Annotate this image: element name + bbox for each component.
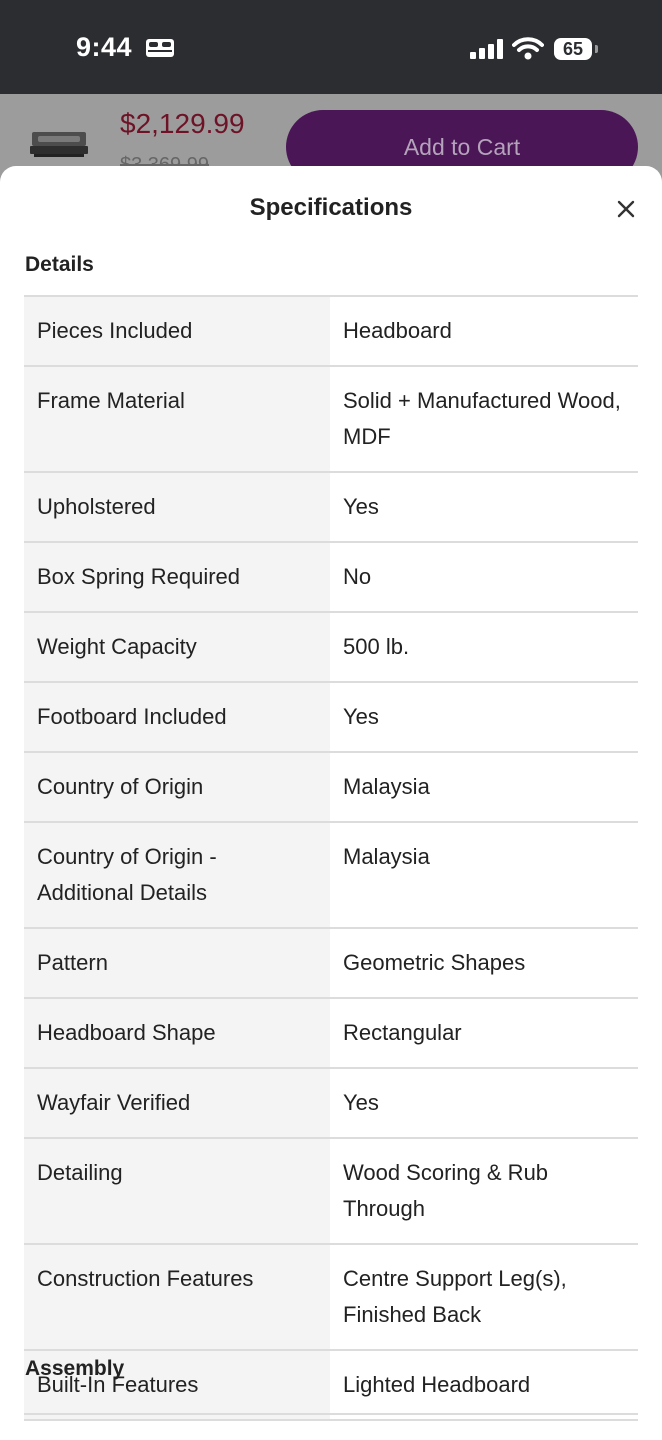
spec-label: Frame Material: [24, 367, 330, 471]
spec-label: Headboard Shape: [24, 999, 330, 1067]
assembly-divider: [24, 1413, 638, 1415]
spec-label: Pattern: [24, 929, 330, 997]
spec-value: Centre Support Leg(s), Finished Back: [330, 1245, 638, 1349]
spec-value: 500 lb.: [330, 613, 638, 681]
spec-value: Solid + Manufactured Wood, MDF: [330, 367, 638, 471]
close-button[interactable]: [610, 196, 642, 222]
table-row: Headboard Shape Rectangular: [24, 999, 638, 1069]
table-row: Construction Features Centre Support Leg(…: [24, 1245, 638, 1351]
spec-label: Footboard Included: [24, 683, 330, 751]
spec-label: Wayfair Verified: [24, 1069, 330, 1137]
spec-label: Country of Origin - Additional Details: [24, 823, 330, 927]
sheet-title: Specifications: [249, 194, 413, 221]
spec-value: Rectangular: [330, 999, 638, 1067]
table-row: Upholstered Yes: [24, 473, 638, 543]
spec-label: Detailing: [24, 1139, 330, 1243]
spec-value: Lighted Headboard: [330, 1351, 638, 1419]
spec-label: Weight Capacity: [24, 613, 330, 681]
spec-value: Malaysia: [330, 753, 638, 821]
specifications-table: Pieces Included Headboard Frame Material So…: [24, 295, 638, 1421]
table-row: Pieces Included Headboard: [24, 297, 638, 367]
table-row: Country of Origin - Additional Details Ma…: [24, 823, 638, 929]
battery-icon: 65: [554, 38, 592, 60]
battery-tip: [595, 45, 598, 53]
spec-label: Construction Features: [24, 1245, 330, 1349]
details-heading: Details: [25, 253, 94, 276]
assembly-heading[interactable]: Assembly: [25, 1357, 124, 1381]
spec-label: Box Spring Required: [24, 543, 330, 611]
table-row: Pattern Geometric Shapes: [24, 929, 638, 999]
signal-icon: [470, 39, 504, 64]
spec-value: Yes: [330, 683, 638, 751]
table-row: Country of Origin Malaysia: [24, 753, 638, 823]
spec-label: Pieces Included: [24, 297, 330, 365]
table-row: Weight Capacity 500 lb.: [24, 613, 638, 683]
spec-value: Headboard: [330, 297, 638, 365]
spec-value: Yes: [330, 473, 638, 541]
table-row: Wayfair Verified Yes: [24, 1069, 638, 1139]
specifications-sheet: Specifications Details Pieces Included He…: [0, 166, 662, 1440]
close-icon: [617, 200, 635, 218]
table-row: Footboard Included Yes: [24, 683, 638, 753]
spec-value: Malaysia: [330, 823, 638, 927]
sleep-bed-icon: [145, 38, 175, 63]
spec-label: Upholstered: [24, 473, 330, 541]
spec-label: Country of Origin: [24, 753, 330, 821]
product-thumbnail[interactable]: [30, 128, 88, 158]
table-row: Box Spring Required No: [24, 543, 638, 613]
table-row: Frame Material Solid + Manufactured Wood,…: [24, 367, 638, 473]
status-bar: 9:44 65: [0, 0, 662, 94]
wifi-icon: [512, 36, 544, 65]
spec-value: No: [330, 543, 638, 611]
spec-value: Geometric Shapes: [330, 929, 638, 997]
spec-value: Yes: [330, 1069, 638, 1137]
spec-value: Wood Scoring & Rub Through: [330, 1139, 638, 1243]
sale-price: $2,129.99: [120, 108, 245, 139]
status-time: 9:44: [76, 32, 133, 62]
table-row: Detailing Wood Scoring & Rub Through: [24, 1139, 638, 1245]
